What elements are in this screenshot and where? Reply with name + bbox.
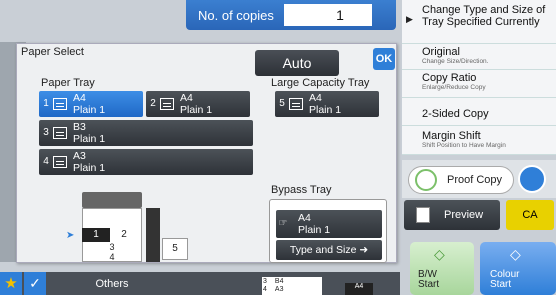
- paper-tray-icon: [160, 98, 174, 110]
- menu-copy-ratio[interactable]: Copy Ratio Enlarge/Reduce Copy: [402, 70, 556, 98]
- tray-size: A4: [309, 92, 322, 104]
- others-button[interactable]: Others: [48, 272, 176, 295]
- tray-type: Plain 1: [180, 104, 213, 116]
- diagram-tray-2: 2: [121, 229, 127, 240]
- tray-type: Plain 1: [73, 133, 106, 145]
- diamond-icon: [415, 169, 437, 191]
- tray-2-button[interactable]: 2 A4 Plain 1: [146, 91, 250, 117]
- menu-original[interactable]: Original Change Size/Direction.: [402, 44, 556, 70]
- ca-button[interactable]: CA: [506, 200, 554, 230]
- tray-size: A3: [73, 150, 86, 162]
- auto-button[interactable]: Auto: [255, 50, 339, 76]
- paper-tray-label: Paper Tray: [41, 77, 95, 89]
- printer-diagram: 1 2 3 4 5 ➤: [62, 192, 192, 262]
- tray-number: 5: [279, 98, 285, 109]
- copies-input[interactable]: 1: [283, 4, 372, 26]
- right-menu: ▶ Change Type and Size of Tray Specified…: [402, 0, 556, 155]
- tray-size: A4: [180, 92, 193, 104]
- paper-tray-icon: [53, 127, 67, 139]
- arrow-right-icon: ➤: [66, 230, 75, 241]
- preview-icon: [416, 207, 430, 223]
- mini-tray-status: 3 B4 4 A3: [262, 277, 322, 295]
- bypass-icon: ☞: [278, 218, 288, 229]
- mini-tray-num: 3: [263, 278, 267, 285]
- bypass-tray-box: ☞ A4 Plain 1 Type and Size ➜: [269, 199, 387, 263]
- menu-sub-label: Change Size/Direction.: [422, 58, 489, 65]
- copies-bar: No. of copies 1: [186, 0, 396, 30]
- tray-type: Plain 1: [298, 224, 331, 236]
- type-and-size-label: Type and Size: [289, 244, 357, 256]
- tray-4-button[interactable]: 4 A3 Plain 1: [39, 149, 253, 175]
- paper-tray-icon: [289, 98, 303, 110]
- paper-select-panel: Paper Select Auto OK Paper Tray Large Ca…: [16, 43, 397, 263]
- menu-sub-label: Shift Position to Have Margin: [422, 142, 506, 149]
- diagram-tray-4: 4: [109, 252, 115, 262]
- current-paper-size: A4: [345, 283, 373, 295]
- tray-type: Plain 1: [73, 162, 106, 174]
- panel-title: Paper Select: [21, 46, 84, 58]
- menu-main-label: Change Type and Size of Tray Specified C…: [422, 4, 546, 28]
- menu-main-label: 2-Sided Copy: [422, 108, 489, 120]
- diamond-icon: ◇: [510, 246, 521, 262]
- preview-label: Preview: [444, 209, 484, 221]
- start-label: Start: [490, 279, 512, 290]
- check-icon[interactable]: ✓: [24, 272, 46, 295]
- arrow-right-icon: ➜: [359, 244, 369, 256]
- color-proof-icon[interactable]: [518, 165, 546, 193]
- mini-tray-size: A3: [274, 286, 284, 293]
- diagram-tray-5: 5: [162, 238, 188, 260]
- large-capacity-tray-label: Large Capacity Tray: [271, 77, 370, 89]
- mini-tray-num: 4: [263, 286, 267, 293]
- menu-main-label: Original: [422, 46, 460, 58]
- paper-tray-icon: [53, 156, 67, 168]
- bw-start-button[interactable]: ◇ B/W Start: [410, 242, 474, 295]
- colour-start-button[interactable]: ◇ Colour Start: [480, 242, 556, 295]
- menu-change-type-size[interactable]: ▶ Change Type and Size of Tray Specified…: [402, 0, 556, 44]
- tray-1-button[interactable]: 1 A4 Plain 1: [39, 91, 143, 117]
- tray-number: 1: [43, 98, 49, 109]
- menu-main-label: Copy Ratio: [422, 72, 477, 84]
- tray-number: 4: [43, 156, 49, 167]
- tray-3-button[interactable]: 3 B3 Plain 1: [39, 120, 253, 146]
- tray-type: Plain 1: [73, 104, 106, 116]
- printer-top: [82, 192, 142, 208]
- tray-number: 2: [150, 98, 156, 109]
- diagram-tray-1: 1: [82, 228, 110, 242]
- copies-label: No. of copies: [198, 7, 274, 23]
- tray-size: A4: [298, 212, 311, 224]
- bypass-tray-label: Bypass Tray: [271, 184, 332, 196]
- diagram-tray-3: 3: [109, 242, 115, 252]
- ok-button[interactable]: OK: [373, 48, 395, 70]
- proof-copy-label: Proof Copy: [447, 174, 503, 186]
- diagram-lct: [146, 208, 160, 262]
- bypass-tray-button[interactable]: ☞ A4 Plain 1: [276, 210, 382, 238]
- proof-area: Proof Copy: [402, 160, 556, 198]
- menu-main-label: Margin Shift: [422, 130, 481, 142]
- large-capacity-tray-button[interactable]: 5 A4 Plain 1: [275, 91, 379, 117]
- menu-sub-label: Enlarge/Reduce Copy: [422, 84, 486, 91]
- menu-margin-shift[interactable]: Margin Shift Shift Position to Have Marg…: [402, 126, 556, 155]
- preview-button[interactable]: Preview: [404, 200, 500, 230]
- tray-number: 3: [43, 127, 49, 138]
- star-icon[interactable]: ★: [0, 272, 22, 295]
- play-icon: ▶: [406, 14, 413, 24]
- tray-type: Plain 1: [309, 104, 342, 116]
- menu-2-sided-copy[interactable]: 2-Sided Copy: [402, 98, 556, 126]
- start-label: Start: [418, 279, 440, 290]
- diamond-icon: ◇: [434, 246, 445, 262]
- paper-tray-icon: [53, 98, 67, 110]
- tray-size: B3: [73, 121, 86, 133]
- proof-copy-button[interactable]: Proof Copy: [408, 166, 514, 194]
- tray-size: A4: [73, 92, 86, 104]
- type-and-size-button[interactable]: Type and Size ➜: [276, 240, 382, 260]
- mini-tray-size: B4: [274, 278, 284, 285]
